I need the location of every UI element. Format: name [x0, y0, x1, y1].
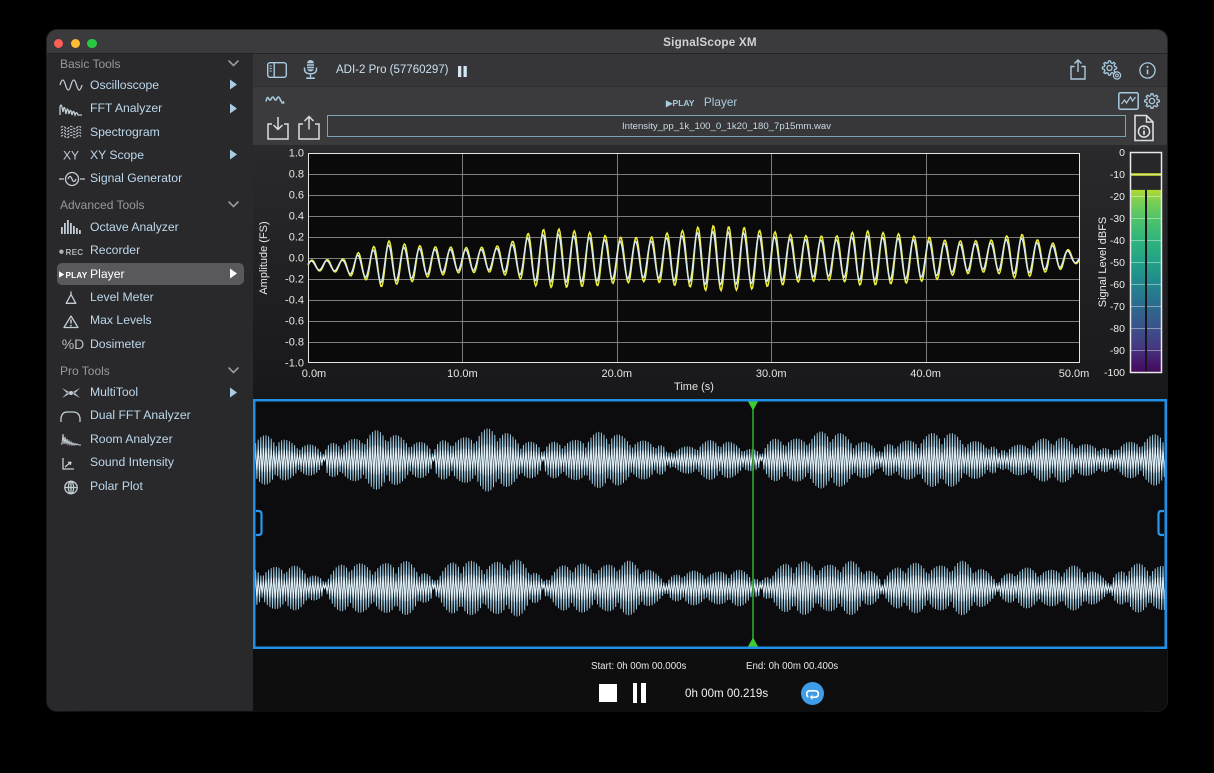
svg-text:20.0m: 20.0m: [602, 368, 633, 380]
svg-text:Amplitude (FS): Amplitude (FS): [258, 221, 270, 294]
svg-text:-90: -90: [1110, 345, 1125, 357]
svg-text:-0.2: -0.2: [285, 274, 304, 286]
svg-text:0.0m: 0.0m: [302, 368, 326, 380]
svg-text:PLAY: PLAY: [66, 271, 88, 279]
svg-text:50.0m: 50.0m: [1059, 368, 1090, 380]
svg-text:XY: XY: [63, 149, 79, 163]
svg-text:-60: -60: [1110, 279, 1125, 291]
svg-text:Signal Level dBFS: Signal Level dBFS: [1097, 217, 1109, 308]
svg-text:10.0m: 10.0m: [447, 368, 478, 380]
svg-text:0: 0: [1119, 147, 1125, 159]
svg-text:1.0: 1.0: [289, 148, 304, 160]
svg-text:-70: -70: [1110, 301, 1125, 313]
svg-text:Time (s): Time (s): [674, 381, 714, 393]
svg-text:-0.4: -0.4: [285, 295, 304, 307]
svg-text:0.2: 0.2: [289, 232, 304, 244]
svg-text:0.4: 0.4: [289, 211, 304, 223]
svg-text:-0.6: -0.6: [285, 316, 304, 328]
svg-text:0.0: 0.0: [289, 253, 304, 265]
svg-text:30.0m: 30.0m: [756, 368, 787, 380]
svg-text:-100: -100: [1104, 367, 1125, 379]
svg-text:-30: -30: [1110, 213, 1125, 225]
svg-text:-50: -50: [1110, 257, 1125, 269]
svg-text:REC: REC: [66, 248, 84, 256]
svg-text:-80: -80: [1110, 323, 1125, 335]
svg-text:40.0m: 40.0m: [910, 368, 941, 380]
svg-text:0.6: 0.6: [289, 190, 304, 202]
svg-text:-40: -40: [1110, 235, 1125, 247]
svg-text:-10: -10: [1110, 169, 1125, 181]
svg-text:-20: -20: [1110, 191, 1125, 203]
svg-text:0.8: 0.8: [289, 169, 304, 181]
svg-text:-0.8: -0.8: [285, 337, 304, 349]
